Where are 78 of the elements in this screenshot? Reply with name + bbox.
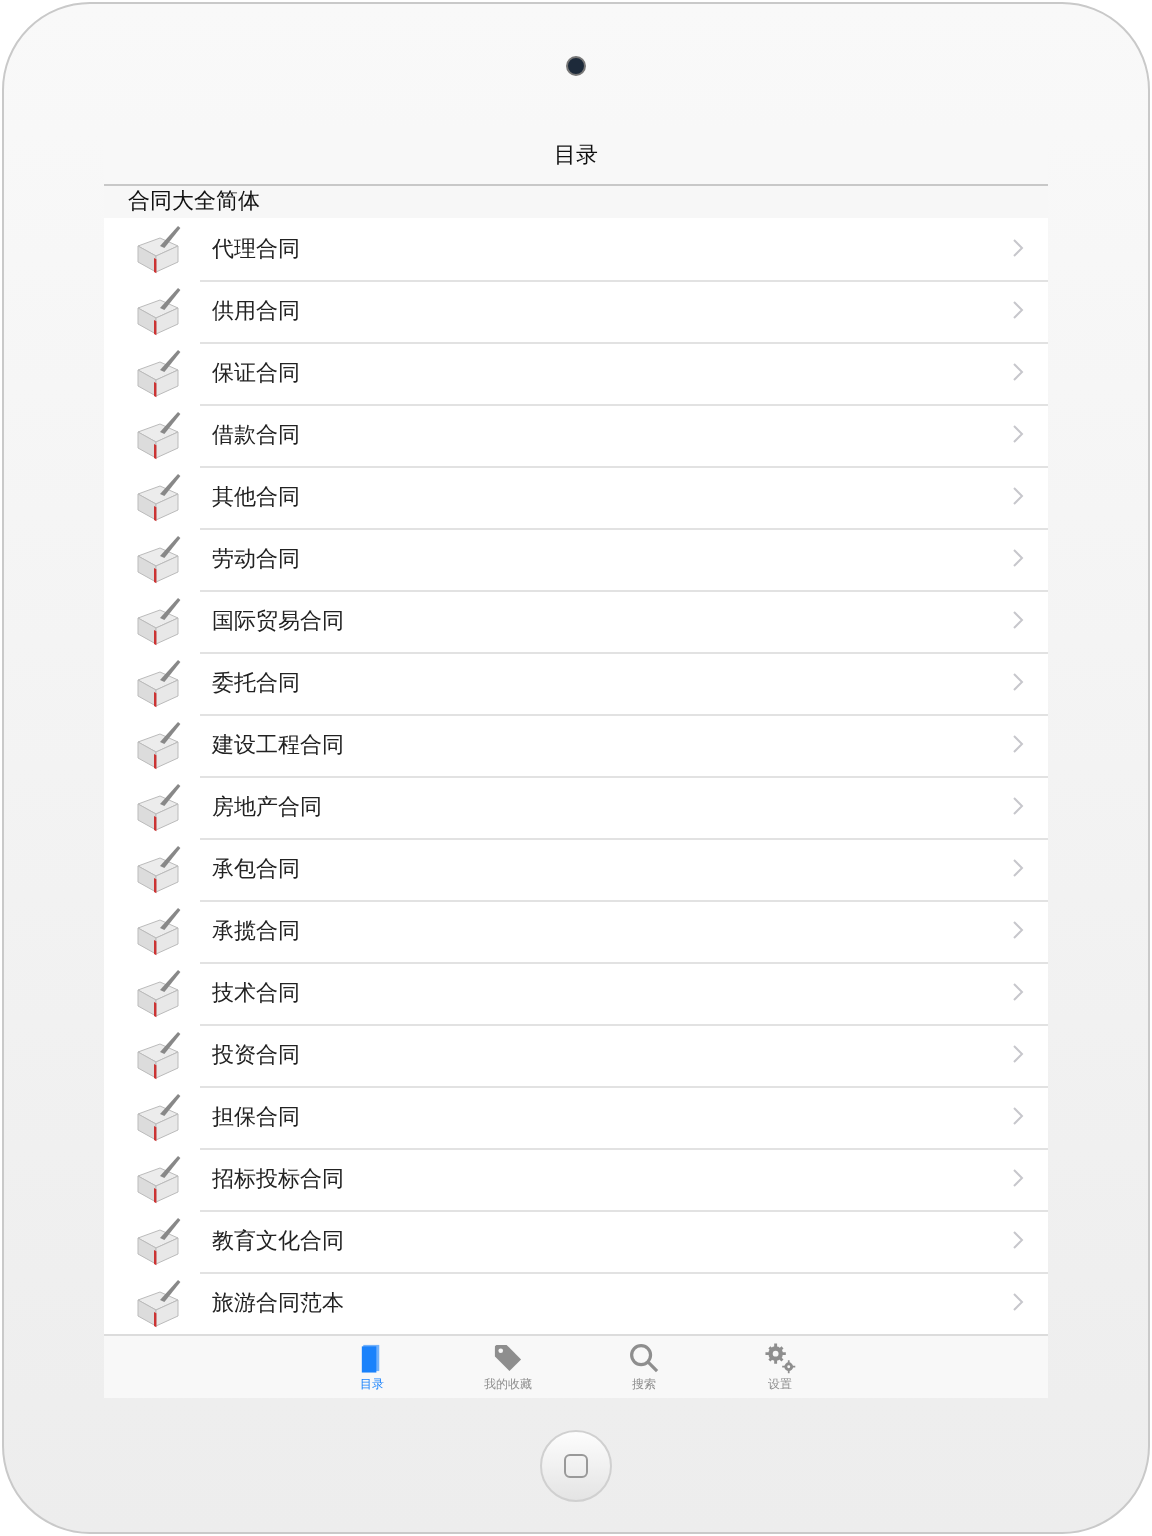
row-label: 代理合同 [212, 233, 302, 263]
chevron-icon [1012, 1106, 1024, 1126]
camera-icon [566, 55, 586, 75]
document-stack-icon [132, 780, 184, 832]
chevron-icon [1012, 424, 1024, 444]
list-row[interactable]: 代理合同 [104, 218, 1048, 280]
document-stack-icon [132, 470, 184, 522]
list-row[interactable]: 保证合同 [104, 342, 1048, 404]
search-icon [628, 1341, 660, 1373]
list-row[interactable]: 其他合同 [104, 466, 1048, 528]
document-stack-icon [132, 594, 184, 646]
nav-title: 目录 [554, 140, 598, 170]
section-header: 合同大全简体 [104, 186, 1048, 218]
row-label: 教育文化合同 [212, 1225, 346, 1255]
chevron-icon [1012, 1230, 1024, 1250]
list-row[interactable]: 供用合同 [104, 280, 1048, 342]
list-row[interactable]: 建设工程合同 [104, 714, 1048, 776]
list-row[interactable]: 担保合同 [104, 1086, 1048, 1148]
chevron-icon [1012, 238, 1024, 258]
home-button[interactable] [540, 1429, 612, 1501]
row-label: 借款合同 [212, 419, 302, 449]
row-label: 供用合同 [212, 295, 302, 325]
row-label: 承包合同 [212, 853, 302, 883]
row-label: 国际贸易合同 [212, 605, 346, 635]
settings-icon [764, 1341, 796, 1373]
row-label: 委托合同 [212, 667, 302, 697]
row-label: 技术合同 [212, 977, 302, 1007]
chevron-icon [1012, 858, 1024, 878]
chevron-icon [1012, 672, 1024, 692]
document-stack-icon [132, 346, 184, 398]
chevron-icon [1012, 300, 1024, 320]
row-label: 担保合同 [212, 1101, 302, 1131]
chevron-icon [1012, 734, 1024, 754]
chevron-icon [1012, 1292, 1024, 1312]
row-label: 承揽合同 [212, 915, 302, 945]
list-row[interactable]: 房地产合同 [104, 776, 1048, 838]
document-stack-icon [132, 1276, 184, 1328]
chevron-icon [1012, 610, 1024, 630]
row-label: 房地产合同 [212, 791, 324, 821]
list-row[interactable]: 投资合同 [104, 1024, 1048, 1086]
row-label: 旅游合同范本 [212, 1287, 346, 1317]
list-row[interactable]: 国际贸易合同 [104, 590, 1048, 652]
document-stack-icon [132, 656, 184, 708]
list-row[interactable]: 承揽合同 [104, 900, 1048, 962]
document-stack-icon [132, 1090, 184, 1142]
document-stack-icon [132, 532, 184, 584]
row-label: 其他合同 [212, 481, 302, 511]
list-row[interactable]: 承包合同 [104, 838, 1048, 900]
row-label: 招标投标合同 [212, 1163, 346, 1193]
document-stack-icon [132, 284, 184, 336]
document-stack-icon [132, 842, 184, 894]
chevron-icon [1012, 796, 1024, 816]
chevron-icon [1012, 1044, 1024, 1064]
list-row[interactable]: 劳动合同 [104, 528, 1048, 590]
document-stack-icon [132, 1152, 184, 1204]
chevron-icon [1012, 982, 1024, 1002]
chevron-icon [1012, 1168, 1024, 1188]
document-stack-icon [132, 1028, 184, 1080]
chevron-icon [1012, 362, 1024, 382]
document-stack-icon [132, 904, 184, 956]
list-row[interactable]: 委托合同 [104, 652, 1048, 714]
row-label: 投资合同 [212, 1039, 302, 1069]
tag-icon [492, 1341, 524, 1373]
list-row[interactable]: 技术合同 [104, 962, 1048, 1024]
document-stack-icon [132, 222, 184, 274]
document-stack-icon [132, 718, 184, 770]
document-stack-icon [132, 1214, 184, 1266]
chevron-icon [1012, 548, 1024, 568]
list-row[interactable]: 招标投标合同 [104, 1148, 1048, 1210]
chevron-icon [1012, 486, 1024, 506]
document-stack-icon [132, 966, 184, 1018]
list-row[interactable]: 教育文化合同 [104, 1210, 1048, 1272]
list-row[interactable]: 借款合同 [104, 404, 1048, 466]
chevron-icon [1012, 920, 1024, 940]
row-label: 劳动合同 [212, 543, 302, 573]
row-label: 建设工程合同 [212, 729, 346, 759]
document-stack-icon [132, 408, 184, 460]
row-label: 保证合同 [212, 357, 302, 387]
